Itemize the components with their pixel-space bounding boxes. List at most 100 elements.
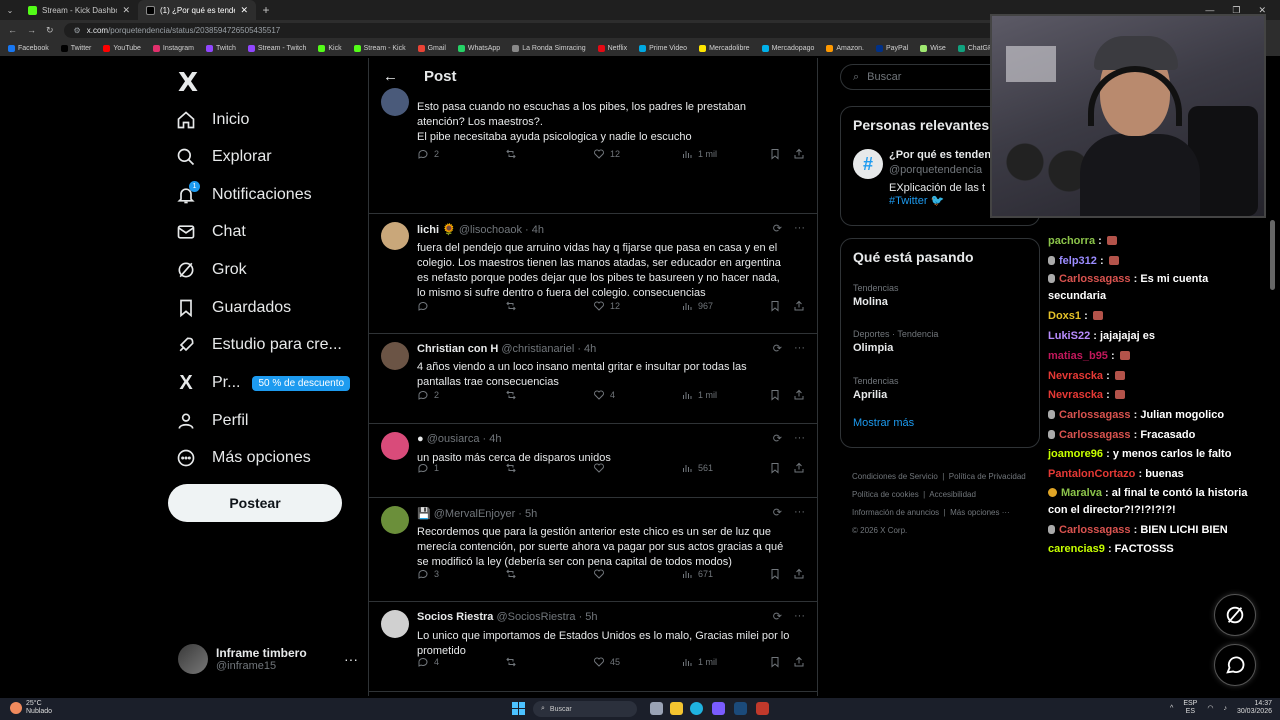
file-explorer-icon[interactable] <box>670 702 683 715</box>
views-button[interactable]: 561 <box>681 462 713 474</box>
edge-browser-icon[interactable] <box>690 702 703 715</box>
tweet-author-handle[interactable]: @ousiarca · 4h <box>427 433 502 445</box>
app-icon[interactable] <box>756 702 769 715</box>
bookmark-button[interactable] <box>769 462 781 474</box>
repost-button[interactable] <box>505 389 522 401</box>
nav-item-premium[interactable]: X Pr... 50 % de descuento <box>176 368 351 398</box>
repost-button[interactable] <box>505 300 522 312</box>
bookmark-button[interactable] <box>769 148 781 160</box>
bookmark-item[interactable]: WhatsApp <box>457 44 500 52</box>
share-button[interactable] <box>793 656 805 668</box>
grok-explain-icon[interactable]: ⟳ <box>773 610 782 623</box>
tweet-item[interactable]: ● @ousiarca · 4h ⟳ ··· un pasito más cerca … <box>369 424 817 498</box>
like-button[interactable]: 45 <box>593 656 620 668</box>
x-logo-icon[interactable]: X <box>178 68 198 98</box>
bookmark-item[interactable]: Twitch <box>206 44 236 52</box>
repost-button[interactable] <box>505 462 522 474</box>
tweet-item[interactable]: Nikolai @NikolaiRama · 4h⟳···Cada día ma… <box>369 692 817 696</box>
bookmark-button[interactable] <box>769 389 781 401</box>
share-button[interactable] <box>793 568 805 580</box>
show-more-link[interactable]: Mostrar más <box>853 417 914 429</box>
tweet-item[interactable]: lichi 🌻 @lisochoaok · 4h ⟳ ··· fuera del pe… <box>369 214 817 334</box>
more-options-icon[interactable]: ··· <box>794 342 805 355</box>
bookmark-item[interactable]: Kick <box>318 44 342 52</box>
avatar[interactable] <box>381 88 409 116</box>
reply-button[interactable]: 4 <box>417 656 439 668</box>
site-info-icon[interactable]: ⚙ <box>74 26 81 35</box>
trend-item[interactable]: Tendencias Aprilia <box>853 376 899 401</box>
share-button[interactable] <box>793 462 805 474</box>
share-button[interactable] <box>793 148 805 160</box>
discord-icon[interactable] <box>712 702 725 715</box>
bookmark-item[interactable]: Mercadopago <box>761 44 814 52</box>
forward-icon[interactable]: → <box>27 25 36 35</box>
footer-link[interactable]: Condiciones de Servicio <box>852 472 938 481</box>
more-options-icon[interactable]: ··· <box>794 610 805 623</box>
messages-float-button[interactable] <box>1214 644 1256 686</box>
wifi-icon[interactable]: ◠ <box>1207 704 1213 712</box>
nav-item-perfil[interactable]: Perfil <box>176 406 248 436</box>
nav-item-inicio[interactable]: Inicio <box>176 105 249 135</box>
bookmark-item[interactable]: PayPal <box>876 44 908 52</box>
trend-item[interactable]: Tendencias Molina <box>853 283 899 308</box>
nav-item-guardados[interactable]: Guardados <box>176 293 291 323</box>
bookmark-button[interactable] <box>769 300 781 312</box>
bookmark-item[interactable]: Prime Video <box>639 44 687 52</box>
like-button[interactable]: 4 <box>593 389 615 401</box>
tab-kick-dashboard[interactable]: Stream - Kick Dashboard ✕ <box>20 0 138 20</box>
chat-username[interactable]: Carlossagass <box>1059 409 1131 421</box>
nav-item-notificaciones[interactable]: 1 Notificaciones <box>176 180 312 210</box>
bio-hashtag[interactable]: #Twitter <box>889 195 928 207</box>
views-button[interactable]: 967 <box>681 300 713 312</box>
nav-item-explorar[interactable]: Explorar <box>176 142 272 172</box>
grok-explain-icon[interactable]: ⟳ <box>773 342 782 355</box>
tweet-author-name[interactable]: Christian con H <box>417 343 498 355</box>
bookmark-item[interactable]: Stream - Twitch <box>247 44 306 52</box>
repost-button[interactable] <box>505 656 522 668</box>
bookmark-item[interactable]: Stream - Kick <box>353 44 406 52</box>
grok-explain-icon[interactable]: ⟳ <box>773 506 782 519</box>
tweet-author-name[interactable]: 💾 <box>417 508 431 520</box>
tweet-author-handle[interactable]: @SociosRiestra · 5h <box>496 611 597 623</box>
bookmark-item[interactable]: Gmail <box>417 44 446 52</box>
bookmark-button[interactable] <box>769 656 781 668</box>
tab-list-icon[interactable]: ⌄ <box>0 6 20 15</box>
tweet-item[interactable]: Christian con H @christianariel · 4h ⟳ ···… <box>369 334 817 424</box>
bookmark-item[interactable]: La Ronda Simracing <box>512 44 586 52</box>
nav-item-mas-opciones[interactable]: Más opciones <box>176 443 311 473</box>
weather-widget[interactable]: 25°C Nublado <box>10 700 52 716</box>
post-button[interactable]: Postear <box>168 484 342 522</box>
footer-link[interactable]: Más opciones ··· <box>950 508 1010 517</box>
share-button[interactable] <box>793 300 805 312</box>
avatar[interactable] <box>381 610 409 638</box>
new-tab-icon[interactable]: + <box>256 3 276 17</box>
views-button[interactable]: 671 <box>681 568 713 580</box>
bookmark-item[interactable]: Wise <box>920 44 946 52</box>
more-options-icon[interactable]: ··· <box>794 222 805 235</box>
volume-icon[interactable]: ♪ <box>1223 705 1227 712</box>
account-more-icon[interactable]: ··· <box>344 651 358 667</box>
grok-float-button[interactable] <box>1214 594 1256 636</box>
nav-item-chat[interactable]: Chat <box>176 217 246 247</box>
language-indicator[interactable]: ESP ES <box>1183 700 1197 716</box>
avatar[interactable] <box>381 342 409 370</box>
clock[interactable]: 14:37 30/03/2026 <box>1237 700 1272 716</box>
chat-username[interactable]: Carlossagass <box>1059 273 1131 285</box>
tweet-author-handle[interactable]: @christianariel · 4h <box>501 343 596 355</box>
tweet-author-name[interactable]: ● <box>417 433 424 445</box>
tweet-item[interactable]: 💾 @MervalEnjoyer · 5h ⟳ ··· Recordemos que … <box>369 498 817 602</box>
bookmark-item[interactable]: Instagram <box>152 44 194 52</box>
nav-item-grok[interactable]: Grok <box>176 255 247 285</box>
page-scrollbar[interactable] <box>1270 220 1275 290</box>
repost-button[interactable] <box>505 568 522 580</box>
avatar[interactable] <box>381 432 409 460</box>
grok-explain-icon[interactable]: ⟳ <box>773 222 782 235</box>
footer-link[interactable]: Accesibilidad <box>929 490 976 499</box>
more-options-icon[interactable]: ··· <box>794 432 805 445</box>
reply-button[interactable]: 3 <box>417 568 439 580</box>
chat-username[interactable]: Carlossagass <box>1059 524 1131 536</box>
close-tab-icon[interactable]: ✕ <box>122 5 130 16</box>
grok-explain-icon[interactable]: ⟳ <box>773 432 782 445</box>
bookmark-button[interactable] <box>769 568 781 580</box>
reply-button[interactable]: 2 <box>417 148 439 160</box>
